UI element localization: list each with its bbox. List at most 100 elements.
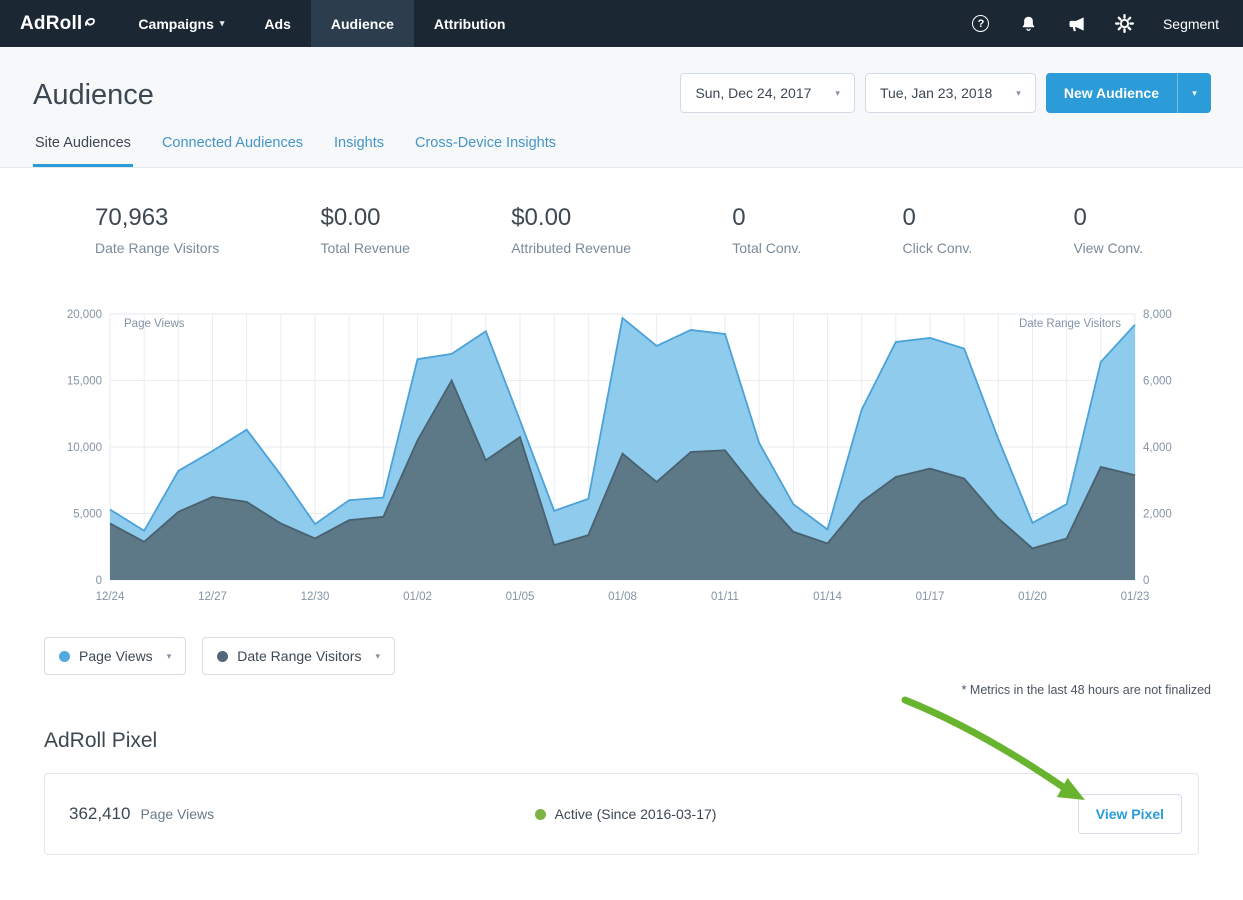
tab-cross-device-insights[interactable]: Cross-Device Insights	[413, 135, 558, 167]
svg-text:4,000: 4,000	[1143, 442, 1172, 454]
adroll-pixel-title: AdRoll Pixel	[44, 729, 1243, 753]
nav-item-label: Campaigns	[138, 16, 213, 32]
page-views-dot-icon	[59, 651, 70, 662]
chart-legend: Page Views ▾ Date Range Visitors ▾	[44, 637, 1243, 675]
svg-text:12/30: 12/30	[301, 591, 330, 603]
svg-text:Date Range Visitors: Date Range Visitors	[1019, 318, 1121, 330]
caret-down-icon: ▾	[835, 88, 840, 99]
nav-item-attribution[interactable]: Attribution	[414, 0, 526, 47]
pixel-status-text: Active (Since 2016-03-17)	[555, 806, 717, 822]
top-navbar: AdRoll Campaigns ▾ Ads Audience Attribut…	[0, 0, 1243, 47]
caret-down-icon: ▾	[375, 651, 380, 662]
tab-site-audiences[interactable]: Site Audiences	[33, 135, 133, 167]
gear-icon[interactable]	[1115, 14, 1135, 34]
svg-text:01/20: 01/20	[1018, 591, 1047, 603]
stat-value: 0	[732, 204, 801, 232]
svg-text:8,000: 8,000	[1143, 309, 1172, 321]
notification-badge	[1033, 12, 1041, 20]
stat-value: 0	[1073, 204, 1143, 232]
pixel-page-views: 362,410 Page Views	[69, 804, 440, 824]
new-audience-caret-button[interactable]: ▾	[1177, 73, 1211, 113]
legend-page-views-dropdown[interactable]: Page Views ▾	[44, 637, 186, 675]
svg-text:20,000: 20,000	[67, 309, 102, 321]
svg-text:15,000: 15,000	[67, 376, 102, 388]
adroll-pixel-card: 362,410 Page Views Active (Since 2016-03…	[44, 773, 1199, 855]
nav-item-ads[interactable]: Ads	[244, 0, 310, 47]
megaphone-icon[interactable]	[1067, 14, 1087, 34]
summary-stats-row: 70,963 Date Range Visitors $0.00 Total R…	[0, 168, 1243, 256]
pixel-status: Active (Since 2016-03-17)	[440, 806, 811, 822]
adroll-logo-swoosh	[84, 13, 96, 35]
stat-label: Attributed Revenue	[511, 240, 631, 256]
date-range-end-dropdown[interactable]: Tue, Jan 23, 2018 ▾	[865, 73, 1036, 113]
date-range-end-value: Tue, Jan 23, 2018	[880, 85, 992, 101]
tab-connected-audiences[interactable]: Connected Audiences	[160, 135, 305, 167]
pixel-page-views-label: Page Views	[140, 806, 214, 822]
svg-text:01/11: 01/11	[711, 591, 739, 603]
stat-total-conv: 0 Total Conv.	[732, 204, 801, 256]
new-audience-button[interactable]: New Audience	[1046, 73, 1177, 113]
tab-insights[interactable]: Insights	[332, 135, 386, 167]
chart-canvas: 0 5,000 10,000 15,000 20,000 0 2,000 4,000 6,000…	[40, 298, 1203, 610]
stat-click-conv: 0 Click Conv.	[903, 204, 973, 256]
svg-text:12/27: 12/27	[198, 591, 227, 603]
segment-link[interactable]: Segment	[1163, 16, 1219, 32]
new-audience-split-button: New Audience ▾	[1046, 73, 1211, 113]
svg-text:10,000: 10,000	[67, 442, 102, 454]
stat-value: $0.00	[320, 204, 410, 232]
view-pixel-button[interactable]: View Pixel	[1078, 794, 1182, 834]
audience-tabs: Site Audiences Connected Audiences Insig…	[33, 135, 1211, 167]
adroll-logo[interactable]: AdRoll	[0, 13, 106, 35]
traffic-area-chart: 0 5,000 10,000 15,000 20,000 0 2,000 4,000 6,000…	[40, 298, 1243, 615]
navbar-right: ? Segment	[971, 14, 1243, 34]
main-nav: Campaigns ▾ Ads Audience Attribution	[118, 0, 525, 47]
help-icon[interactable]: ?	[971, 14, 991, 34]
nav-item-campaigns[interactable]: Campaigns ▾	[118, 0, 244, 47]
nav-item-label: Audience	[331, 16, 394, 32]
svg-text:01/08: 01/08	[608, 591, 637, 603]
caret-down-icon: ▾	[1016, 88, 1021, 99]
legend-date-range-visitors-dropdown[interactable]: Date Range Visitors ▾	[202, 637, 395, 675]
svg-text:0: 0	[96, 575, 102, 587]
nav-item-audience[interactable]: Audience	[311, 0, 414, 47]
date-range-visitors-dot-icon	[217, 651, 228, 662]
stat-label: Date Range Visitors	[95, 240, 219, 256]
svg-text:5,000: 5,000	[73, 509, 102, 521]
stat-total-revenue: $0.00 Total Revenue	[320, 204, 410, 256]
stat-label: Click Conv.	[903, 240, 973, 256]
svg-text:Page Views: Page Views	[124, 318, 185, 330]
svg-text:01/23: 01/23	[1121, 591, 1150, 603]
nav-item-label: Attribution	[434, 16, 506, 32]
svg-text:0: 0	[1143, 575, 1149, 587]
legend-label: Page Views	[79, 648, 153, 664]
page-title: Audience	[33, 79, 154, 112]
svg-text:01/05: 01/05	[506, 591, 535, 603]
active-status-dot-icon	[535, 809, 546, 820]
date-range-start-dropdown[interactable]: Sun, Dec 24, 2017 ▾	[680, 73, 855, 113]
stat-attributed-revenue: $0.00 Attributed Revenue	[511, 204, 631, 256]
notifications-bell-icon[interactable]	[1019, 14, 1039, 34]
pixel-page-views-value: 362,410	[69, 804, 130, 824]
header-controls: Sun, Dec 24, 2017 ▾ Tue, Jan 23, 2018 ▾ …	[680, 73, 1211, 113]
stat-view-conv: 0 View Conv.	[1073, 204, 1143, 256]
svg-text:01/02: 01/02	[403, 591, 432, 603]
stat-label: Total Revenue	[320, 240, 410, 256]
svg-text:12/24: 12/24	[96, 591, 125, 603]
metrics-footnote: * Metrics in the last 48 hours are not f…	[0, 683, 1211, 697]
caret-down-icon: ▾	[1192, 88, 1197, 99]
legend-label: Date Range Visitors	[237, 648, 361, 664]
svg-text:01/17: 01/17	[916, 591, 945, 603]
stat-value: 0	[903, 204, 973, 232]
svg-text:01/14: 01/14	[813, 591, 842, 603]
date-range-start-value: Sun, Dec 24, 2017	[695, 85, 811, 101]
nav-item-label: Ads	[264, 16, 290, 32]
stat-date-range-visitors: 70,963 Date Range Visitors	[95, 204, 219, 256]
caret-down-icon: ▾	[220, 18, 225, 29]
stat-label: View Conv.	[1073, 240, 1143, 256]
pixel-actions: View Pixel	[811, 794, 1182, 834]
stat-value: $0.00	[511, 204, 631, 232]
page-header: Audience Sun, Dec 24, 2017 ▾ Tue, Jan 23…	[0, 47, 1243, 168]
svg-text:2,000: 2,000	[1143, 509, 1172, 521]
adroll-logo-text: AdRoll	[20, 13, 82, 35]
svg-text:6,000: 6,000	[1143, 376, 1172, 388]
